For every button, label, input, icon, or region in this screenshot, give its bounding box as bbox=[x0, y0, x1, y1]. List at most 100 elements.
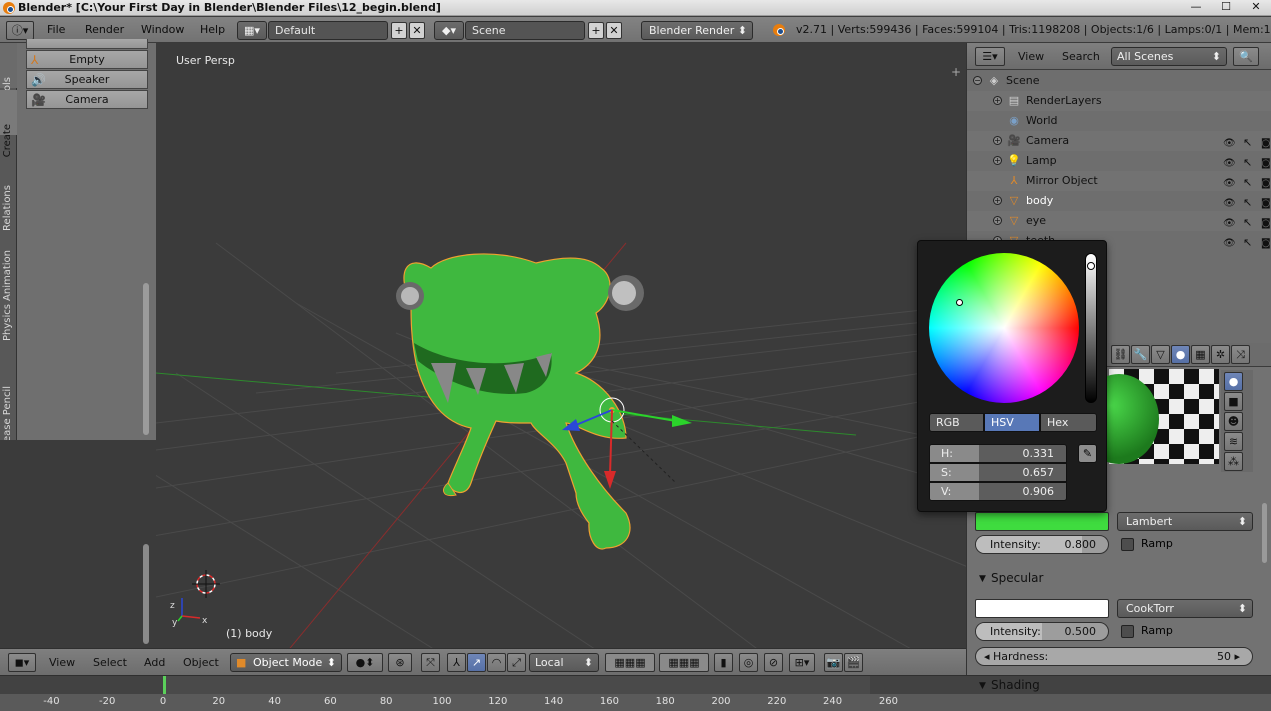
tab-tools[interactable]: Tools bbox=[0, 43, 17, 102]
preview-monkey-icon[interactable]: ☻ bbox=[1224, 412, 1243, 431]
render-engine-select[interactable]: Blender Render ⬍ bbox=[641, 21, 753, 40]
hardness-slider[interactable]: ◂ Hardness: 50 ▸ bbox=[975, 647, 1253, 666]
menu-object[interactable]: Object bbox=[183, 649, 219, 676]
shelf-scrollbar[interactable] bbox=[143, 283, 149, 435]
material-tab-icon[interactable]: ● bbox=[1171, 345, 1190, 364]
outliner-item-mirror-object[interactable]: ⅄ Mirror Object 👁 ↖ ◙ bbox=[967, 171, 1271, 191]
viewport-shading-icon[interactable]: ●⬍ bbox=[347, 653, 383, 672]
translate-manipulator-icon[interactable]: ⅄ bbox=[447, 653, 466, 672]
value-field[interactable]: V: 0.906 bbox=[929, 482, 1067, 501]
render-animation-icon[interactable]: 🎬 bbox=[844, 653, 863, 672]
delete-scene-button[interactable]: ✕ bbox=[606, 22, 622, 39]
outliner-item-lamp[interactable]: + 💡 Lamp 👁 ↖ ◙ bbox=[967, 151, 1271, 171]
tab-physics[interactable]: Physics bbox=[0, 265, 17, 341]
lock-layer-icon[interactable]: ▮ bbox=[714, 653, 733, 672]
screen-layout-field[interactable]: Default bbox=[268, 21, 388, 40]
shading-collapse-icon[interactable]: ▼ bbox=[979, 681, 986, 691]
specular-panel-title[interactable]: Specular bbox=[991, 571, 1043, 585]
visibility-eye-icon[interactable]: 👁 bbox=[1223, 234, 1236, 254]
outliner-item-scene[interactable]: − ◈ Scene bbox=[967, 71, 1271, 91]
rotate-manipulator-icon[interactable]: ◠ bbox=[487, 653, 506, 672]
scene-field[interactable]: Scene bbox=[465, 21, 585, 40]
outliner-menu-view[interactable]: View bbox=[1018, 43, 1044, 70]
tab-grease-pencil[interactable]: Grease Pencil bbox=[0, 321, 17, 454]
editor-type-info-icon[interactable]: ⓘ▾ bbox=[6, 21, 34, 40]
outliner-item-eye[interactable]: + ▽ eye 👁 ↖ ◙ bbox=[967, 211, 1271, 231]
add-layout-button[interactable]: + bbox=[391, 22, 407, 39]
menu-view[interactable]: View bbox=[49, 649, 75, 676]
selectability-arrow-icon[interactable]: ↖ bbox=[1243, 173, 1252, 193]
snap-toggle-icon[interactable]: ⊘ bbox=[764, 653, 783, 672]
menu-help[interactable]: Help bbox=[200, 17, 225, 43]
tab-hex[interactable]: Hex bbox=[1040, 413, 1097, 432]
tab-animation[interactable]: Animation bbox=[0, 201, 17, 301]
tab-rgb[interactable]: RGB bbox=[929, 413, 984, 432]
tab-relations[interactable]: Relations bbox=[0, 139, 17, 231]
layers-grid-1-icon[interactable]: ▦▦▦ bbox=[605, 653, 655, 672]
selectability-arrow-icon[interactable]: ↖ bbox=[1243, 193, 1252, 213]
tab-create[interactable]: Create bbox=[0, 90, 17, 157]
outliner-item-renderlayers[interactable]: + ▤ RenderLayers bbox=[967, 91, 1271, 111]
specular-collapse-icon[interactable]: ▼ bbox=[979, 574, 986, 584]
diffuse-color-swatch[interactable] bbox=[975, 512, 1109, 531]
hue-saturation-wheel[interactable] bbox=[929, 253, 1079, 403]
pivot-point-icon[interactable]: ⊛ bbox=[388, 653, 412, 672]
expand-toggle-icon[interactable]: + bbox=[993, 96, 1002, 105]
outliner-item-camera[interactable]: + 🎥 Camera 👁 ↖ ◙ bbox=[967, 131, 1271, 151]
diffuse-intensity-slider[interactable]: Intensity: 0.800 bbox=[975, 535, 1109, 554]
close-button[interactable]: ✕ bbox=[1241, 0, 1271, 15]
expand-toggle-icon[interactable]: + bbox=[993, 216, 1002, 225]
expand-toggle-icon[interactable]: + bbox=[993, 196, 1002, 205]
value-slider[interactable] bbox=[1085, 253, 1097, 403]
editor-type-outliner-icon[interactable]: ☰▾ bbox=[975, 47, 1005, 66]
value-slider-handle[interactable] bbox=[1087, 262, 1095, 270]
selectability-arrow-icon[interactable]: ↖ bbox=[1243, 133, 1252, 153]
physics-tab-icon[interactable]: ⤨ bbox=[1231, 345, 1250, 364]
renderability-camera-icon[interactable]: ◙ bbox=[1261, 234, 1271, 254]
scale-manipulator-icon[interactable]: ⤢ bbox=[507, 653, 526, 672]
texture-tab-icon[interactable]: ▦ bbox=[1191, 345, 1210, 364]
outliner-item-body[interactable]: + ▽ body 👁 ↖ ◙ bbox=[967, 191, 1271, 211]
delete-layout-button[interactable]: ✕ bbox=[409, 22, 425, 39]
snap-element-icon[interactable]: ⊞▾ bbox=[789, 653, 815, 672]
add-scene-button[interactable]: + bbox=[588, 22, 604, 39]
specular-intensity-slider[interactable]: Intensity: 0.500 bbox=[975, 622, 1109, 641]
add-camera-button[interactable]: 🎥 Camera bbox=[26, 90, 148, 109]
selectability-arrow-icon[interactable]: ↖ bbox=[1243, 213, 1252, 233]
viewport-scrollbar[interactable] bbox=[143, 544, 149, 644]
preview-cube-icon[interactable]: ■ bbox=[1224, 392, 1243, 411]
outliner-display-select[interactable]: All Scenes ⬍ bbox=[1111, 47, 1227, 66]
eyedropper-icon[interactable]: ✎ bbox=[1078, 444, 1097, 463]
mode-select[interactable]: ■ Object Mode ⬍ bbox=[230, 653, 342, 672]
shading-panel-title[interactable]: Shading bbox=[991, 678, 1040, 692]
maximize-button[interactable]: ☐ bbox=[1211, 0, 1241, 15]
saturation-field[interactable]: S: 0.657 bbox=[929, 463, 1067, 482]
diffuse-ramp-checkbox[interactable] bbox=[1121, 538, 1134, 551]
hue-field[interactable]: H: 0.331 bbox=[929, 444, 1067, 463]
expand-toggle-icon[interactable]: + bbox=[993, 136, 1002, 145]
specular-color-swatch[interactable] bbox=[975, 599, 1109, 618]
add-speaker-button[interactable]: 🔊 Speaker bbox=[26, 70, 148, 89]
particles-tab-icon[interactable]: ✲ bbox=[1211, 345, 1230, 364]
add-empty-button[interactable]: ⅄ Empty bbox=[26, 50, 148, 69]
selectability-arrow-icon[interactable]: ↖ bbox=[1243, 153, 1252, 173]
3d-viewport[interactable]: z x y + User Persp (1) body bbox=[156, 43, 966, 648]
screen-layout-icon[interactable]: ▦▾ bbox=[237, 21, 267, 40]
color-wheel-cursor[interactable] bbox=[956, 299, 963, 306]
diffuse-shader-select[interactable]: Lambert ⬍ bbox=[1117, 512, 1253, 531]
scene-icon[interactable]: ◆▾ bbox=[434, 21, 464, 40]
preview-sphere-icon[interactable]: ● bbox=[1224, 372, 1243, 391]
outliner-item-world[interactable]: ◉ World bbox=[967, 111, 1271, 131]
outliner-search-icon[interactable]: 🔍 bbox=[1233, 47, 1259, 66]
constraints-tab-icon[interactable]: ⛓ bbox=[1111, 345, 1130, 364]
transform-orientation-select[interactable]: Local ⬍ bbox=[529, 653, 599, 672]
proportional-edit-icon[interactable]: ◎ bbox=[739, 653, 758, 672]
layers-grid-2-icon[interactable]: ▦▦▦ bbox=[659, 653, 709, 672]
specular-ramp-checkbox[interactable] bbox=[1121, 625, 1134, 638]
editor-type-3dview-icon[interactable]: ◼▾ bbox=[8, 653, 36, 672]
timeline-frame-ruler[interactable] bbox=[0, 694, 1271, 711]
timeline[interactable]: -40 -20 0 20 40 60 80 100 120 140 160 180 200 220 240 2… bbox=[0, 675, 1271, 711]
timeline-range-bar[interactable] bbox=[0, 676, 1271, 694]
data-tab-icon[interactable]: ▽ bbox=[1151, 345, 1170, 364]
preview-sky-icon[interactable]: ⁂ bbox=[1224, 452, 1243, 471]
